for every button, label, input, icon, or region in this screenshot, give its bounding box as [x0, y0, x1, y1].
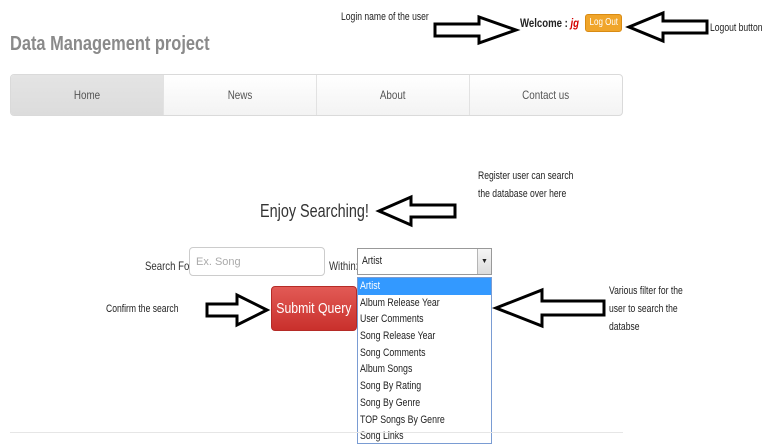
nav-item-contact-us[interactable]: Contact us	[470, 75, 622, 115]
main-navbar: Home News About Contact us	[10, 74, 623, 116]
chevron-down-icon[interactable]: ▼	[477, 249, 491, 274]
username: jg	[570, 16, 580, 30]
site-title: Data Management project	[10, 33, 210, 55]
search-input[interactable]	[189, 247, 325, 276]
logout-button[interactable]: Log Out	[585, 14, 622, 32]
footer-divider	[10, 432, 623, 433]
dropdown-option-album-release-year[interactable]: Album Release Year	[358, 295, 491, 312]
within-select-value: Artist	[362, 255, 383, 267]
dropdown-option-song-comments[interactable]: Song Comments	[358, 345, 491, 362]
nav-item-home[interactable]: Home	[11, 75, 164, 115]
dropdown-option-album-songs[interactable]: Album Songs	[358, 361, 491, 378]
annotation-confirm-search: Confirm the search	[106, 303, 179, 315]
annotation-filters: Various filter for the user to search th…	[609, 285, 683, 333]
dropdown-option-song-release-year[interactable]: Song Release Year	[358, 328, 491, 345]
annotation-arrow-left-icon	[625, 10, 709, 44]
welcome-label: Welcome :	[520, 16, 568, 30]
annotation-arrow-right-icon	[433, 14, 521, 46]
dropdown-option-song-by-genre[interactable]: Song By Genre	[358, 395, 491, 412]
dropdown-option-song-by-rating[interactable]: Song By Rating	[358, 378, 491, 395]
within-dropdown-list: Artist Album Release Year User Comments …	[357, 277, 492, 444]
nav-item-news[interactable]: News	[164, 75, 317, 115]
annotation-arrow-right-icon	[205, 292, 271, 328]
nav-item-about[interactable]: About	[317, 75, 470, 115]
annotation-arrow-left-icon	[491, 287, 606, 329]
dropdown-option-top-songs-by-genre[interactable]: TOP Songs By Genre	[358, 412, 491, 429]
welcome-text: Welcome : jg	[520, 16, 594, 30]
annotation-search-area: Register user can search the database ov…	[478, 170, 574, 200]
dropdown-option-artist[interactable]: Artist	[358, 278, 491, 295]
dropdown-option-user-comments[interactable]: User Comments	[358, 311, 491, 328]
search-heading: Enjoy Searching!	[260, 201, 369, 221]
submit-query-button[interactable]: Submit Query	[271, 286, 357, 331]
annotation-arrow-left-icon	[375, 194, 457, 228]
annotation-logout-button: Logout button	[710, 22, 763, 34]
within-select[interactable]: Artist ▼	[357, 248, 492, 275]
dropdown-option-song-links[interactable]: Song Links	[358, 428, 491, 443]
